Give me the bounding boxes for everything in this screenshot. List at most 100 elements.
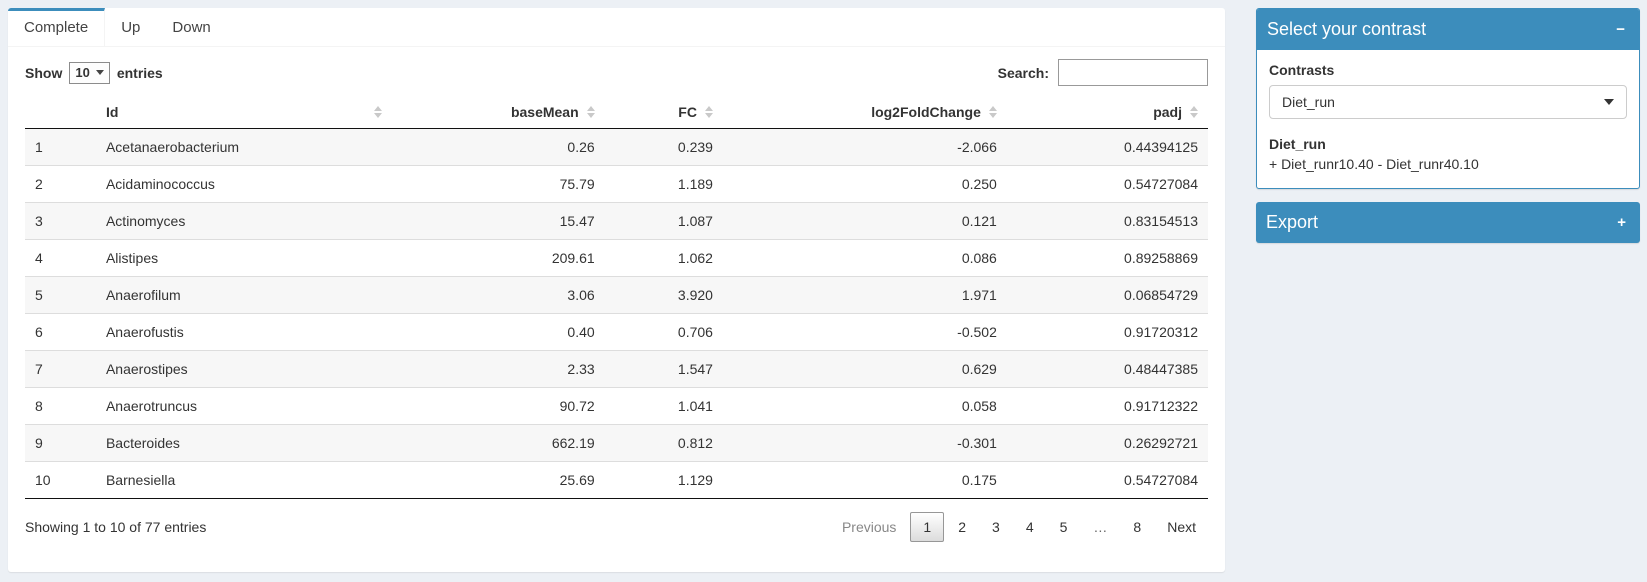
table-row: 7Anaerostipes2.331.5470.6290.48447385 — [25, 351, 1208, 388]
column-label-basemean: baseMean — [511, 104, 579, 120]
cell-basemean: 15.47 — [392, 203, 605, 240]
cell-padj: 0.89258869 — [1007, 240, 1208, 277]
cell-padj: 0.06854729 — [1007, 277, 1208, 314]
cell-basemean: 90.72 — [392, 388, 605, 425]
contrasts-label: Contrasts — [1269, 62, 1627, 78]
cell-id: Acetanaerobacterium — [96, 129, 392, 166]
cell-log2foldchange: -2.066 — [723, 129, 1007, 166]
tab-bar: Complete Up Down — [8, 8, 1225, 47]
pagination-page-8[interactable]: 8 — [1121, 513, 1153, 541]
pagination-page-1[interactable]: 1 — [910, 512, 944, 542]
cell-padj: 0.91712322 — [1007, 388, 1208, 425]
row-number: 8 — [25, 388, 96, 425]
sort-icon — [989, 106, 997, 118]
cell-basemean: 662.19 — [392, 425, 605, 462]
caret-down-icon — [96, 70, 104, 75]
tab-up[interactable]: Up — [105, 8, 156, 46]
column-header-basemean[interactable]: baseMean — [392, 96, 605, 129]
contrast-select[interactable]: Diet_run — [1269, 85, 1627, 119]
cell-id: Barnesiella — [96, 462, 392, 499]
row-number: 4 — [25, 240, 96, 277]
expand-plus-icon[interactable]: + — [1613, 213, 1630, 233]
table-row: 6Anaerofustis0.400.706-0.5020.91720312 — [25, 314, 1208, 351]
pagination-page-5[interactable]: 5 — [1048, 513, 1080, 541]
cell-log2foldchange: -0.502 — [723, 314, 1007, 351]
cell-log2foldchange: 0.058 — [723, 388, 1007, 425]
cell-basemean: 3.06 — [392, 277, 605, 314]
table-header-row: Id baseMean FC — [25, 96, 1208, 129]
search-control: Search: — [998, 59, 1208, 86]
cell-fc: 3.920 — [605, 277, 723, 314]
entries-label: entries — [117, 65, 163, 81]
table-row: 4Alistipes209.611.0620.0860.89258869 — [25, 240, 1208, 277]
table-row: 9Bacteroides662.190.812-0.3010.26292721 — [25, 425, 1208, 462]
cell-basemean: 25.69 — [392, 462, 605, 499]
pagination-pages: 12345…8 — [908, 512, 1153, 542]
export-box-header: Export + — [1256, 202, 1640, 243]
table-row: 8Anaerotruncus90.721.0410.0580.91712322 — [25, 388, 1208, 425]
row-number: 10 — [25, 462, 96, 499]
cell-basemean: 209.61 — [392, 240, 605, 277]
pagination-page-4[interactable]: 4 — [1014, 513, 1046, 541]
pagination-next[interactable]: Next — [1155, 513, 1208, 541]
column-header-log2foldchange[interactable]: log2FoldChange — [723, 96, 1007, 129]
pagination-page-3[interactable]: 3 — [980, 513, 1012, 541]
collapse-minus-icon[interactable]: − — [1612, 20, 1629, 40]
cell-padj: 0.91720312 — [1007, 314, 1208, 351]
table-row: 1Acetanaerobacterium0.260.239-2.0660.443… — [25, 129, 1208, 166]
tab-down[interactable]: Down — [156, 8, 226, 46]
search-input[interactable] — [1058, 59, 1208, 86]
cell-id: Acidaminococcus — [96, 166, 392, 203]
tab-content-complete: Show 10 entries Search: — [8, 47, 1225, 542]
cell-fc: 1.087 — [605, 203, 723, 240]
row-number: 2 — [25, 166, 96, 203]
column-header-rownum — [25, 96, 96, 129]
table-row: 10Barnesiella25.691.1290.1750.54727084 — [25, 462, 1208, 499]
contrast-box-body: Contrasts Diet_run Diet_run + Diet_runr1… — [1257, 50, 1639, 188]
page-length-select[interactable]: 10 — [69, 62, 109, 84]
pagination-page-2[interactable]: 2 — [946, 513, 978, 541]
cell-basemean: 2.33 — [392, 351, 605, 388]
cell-basemean: 0.40 — [392, 314, 605, 351]
table-controls: Show 10 entries Search: — [25, 59, 1208, 86]
cell-padj: 0.26292721 — [1007, 425, 1208, 462]
table-body: 1Acetanaerobacterium0.260.239-2.0660.443… — [25, 129, 1208, 499]
pagination-ellipsis: … — [1081, 513, 1119, 541]
cell-fc: 1.062 — [605, 240, 723, 277]
cell-id: Anaerofilum — [96, 277, 392, 314]
column-header-padj[interactable]: padj — [1007, 96, 1208, 129]
tab-complete[interactable]: Complete — [8, 8, 105, 46]
results-panel: Complete Up Down Show 10 entries Search: — [8, 8, 1225, 572]
cell-log2foldchange: -0.301 — [723, 425, 1007, 462]
cell-id: Anaerostipes — [96, 351, 392, 388]
contrast-name: Diet_run — [1269, 136, 1627, 152]
column-header-fc[interactable]: FC — [605, 96, 723, 129]
table-row: 2Acidaminococcus75.791.1890.2500.5472708… — [25, 166, 1208, 203]
contrast-select-value: Diet_run — [1282, 94, 1335, 110]
side-column: Select your contrast − Contrasts Diet_ru… — [1256, 8, 1640, 243]
caret-down-icon — [1604, 99, 1614, 105]
table-row: 3Actinomyces15.471.0870.1210.83154513 — [25, 203, 1208, 240]
cell-log2foldchange: 0.086 — [723, 240, 1007, 277]
cell-log2foldchange: 0.250 — [723, 166, 1007, 203]
pagination: Previous 12345…8 Next — [828, 512, 1208, 542]
cell-fc: 1.041 — [605, 388, 723, 425]
cell-fc: 0.812 — [605, 425, 723, 462]
sort-icon — [374, 106, 382, 118]
cell-padj: 0.44394125 — [1007, 129, 1208, 166]
row-number: 5 — [25, 277, 96, 314]
cell-fc: 0.239 — [605, 129, 723, 166]
pagination-previous[interactable]: Previous — [830, 513, 908, 541]
cell-padj: 0.83154513 — [1007, 203, 1208, 240]
cell-id: Alistipes — [96, 240, 392, 277]
cell-fc: 1.189 — [605, 166, 723, 203]
page-length-control: Show 10 entries — [25, 62, 163, 84]
show-label: Show — [25, 65, 62, 81]
cell-id: Anaerofustis — [96, 314, 392, 351]
column-header-id[interactable]: Id — [96, 96, 392, 129]
row-number: 1 — [25, 129, 96, 166]
table-info: Showing 1 to 10 of 77 entries — [25, 519, 206, 535]
cell-fc: 1.129 — [605, 462, 723, 499]
table-footer: Showing 1 to 10 of 77 entries Previous 1… — [25, 499, 1208, 542]
cell-fc: 1.547 — [605, 351, 723, 388]
